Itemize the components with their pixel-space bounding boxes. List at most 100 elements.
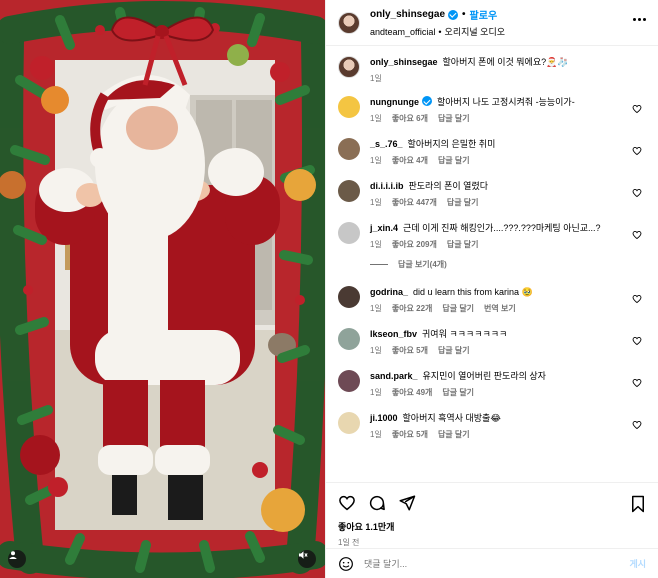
commenter-avatar[interactable]: [338, 138, 360, 160]
comment-bubble-icon[interactable]: [368, 494, 386, 512]
comment-time[interactable]: 1일: [370, 345, 382, 356]
commenter-avatar[interactable]: [338, 328, 360, 350]
view-replies-toggle[interactable]: 답글 보기(4개): [370, 259, 646, 270]
view-replies-label[interactable]: 답글 보기(4개): [398, 259, 447, 270]
post-media-video[interactable]: [0, 0, 325, 578]
comment-body: 유지민이 열어버린 판도라의 상자: [422, 371, 546, 381]
comment-likes[interactable]: 좋아요 4개: [392, 155, 428, 166]
reply-button[interactable]: 답글 달기: [438, 113, 470, 124]
author-username[interactable]: only_shinsegae: [370, 9, 445, 20]
commenter-avatar[interactable]: [338, 370, 360, 392]
caption-time[interactable]: 1일: [370, 73, 382, 84]
comment-body: 할아버지 흑역사 대방출😂: [402, 413, 501, 423]
caption-body: 할아버지 폰에 이것 뭐에요?🎅🧦: [442, 57, 569, 67]
commenter-username[interactable]: lkseon_fbv: [370, 329, 417, 339]
translate-button[interactable]: 번역 보기: [484, 303, 516, 314]
comment-text: _s_.76_ 할아버지의 은밀한 취미: [370, 138, 632, 151]
commenter-username[interactable]: j_xin.4: [370, 223, 398, 233]
commenter-avatar[interactable]: [338, 286, 360, 308]
comment-likes[interactable]: 좋아요 5개: [392, 345, 428, 356]
reply-button[interactable]: 답글 달기: [447, 197, 479, 208]
follow-button[interactable]: 팔로우: [470, 7, 498, 22]
comment-text: sand.park_ 유지민이 열어버린 판도라의 상자: [370, 370, 632, 383]
comment-time[interactable]: 1일: [370, 197, 382, 208]
reply-button[interactable]: 답글 달기: [438, 155, 470, 166]
comment-item: j_xin.4 근데 이게 진짜 해킹인가....???.???마케팅 아닌교..…: [338, 222, 646, 250]
commenter-avatar[interactable]: [338, 412, 360, 434]
emoji-picker-icon[interactable]: [338, 556, 354, 572]
comment-like-heart-icon[interactable]: [632, 333, 642, 346]
comment-like-heart-icon[interactable]: [632, 185, 642, 198]
comment-like-heart-icon[interactable]: [632, 143, 642, 156]
caption: only_shinsegae 할아버지 폰에 이것 뭐에요?🎅🧦 1일: [338, 56, 646, 84]
like-heart-icon[interactable]: [338, 494, 356, 512]
comment-likes[interactable]: 좋아요 209개: [392, 239, 437, 250]
verified-badge-icon: [422, 96, 432, 106]
comment-likes[interactable]: 좋아요 22개: [392, 303, 433, 314]
comment-like-heart-icon[interactable]: [632, 227, 642, 240]
tagged-user-icon[interactable]: [8, 550, 26, 568]
commenter-username[interactable]: di.i.i.i.ib: [370, 181, 404, 191]
comment-item: godrina_ did u learn this from karina 🥹 1일…: [338, 286, 646, 314]
post-viewer: only_shinsegae • 팔로우 andteam_official • …: [0, 0, 658, 578]
verified-badge-icon: [448, 9, 459, 20]
comment-likes[interactable]: 좋아요 49개: [392, 387, 433, 398]
comment-like-heart-icon[interactable]: [632, 291, 642, 304]
mute-audio-icon[interactable]: [298, 550, 316, 568]
comment-like-heart-icon[interactable]: [632, 375, 642, 388]
reply-button[interactable]: 답글 달기: [442, 387, 474, 398]
commenter-avatar[interactable]: [338, 180, 360, 202]
comment-item: ji.1000 할아버지 흑역사 대방출😂 1일 좋아요 5개 답글 달기: [338, 412, 646, 440]
share-send-icon[interactable]: [398, 494, 416, 512]
comment-text: godrina_ did u learn this from karina 🥹: [370, 286, 632, 299]
commenter-username[interactable]: sand.park_: [370, 371, 418, 381]
comment-time[interactable]: 1일: [370, 429, 382, 440]
replies-line: [370, 264, 388, 265]
audio-label[interactable]: 오리지널 오디오: [445, 25, 505, 38]
commenter-avatar[interactable]: [338, 222, 360, 244]
comment-time[interactable]: 1일: [370, 113, 382, 124]
comment-like-heart-icon[interactable]: [632, 101, 642, 114]
audio-user[interactable]: andteam_official: [370, 27, 435, 37]
posted-time[interactable]: 1일 전: [338, 537, 646, 548]
comment-text: nungnunge 할아버지 나도 고정시켜줘 -능능이가-: [370, 96, 632, 109]
more-options-icon[interactable]: [633, 18, 646, 21]
commenter-username[interactable]: ji.1000: [370, 413, 398, 423]
audio-info: andteam_official • 오리지널 오디오: [370, 25, 505, 38]
comment-time[interactable]: 1일: [370, 239, 382, 250]
add-comment-bar: 게시: [326, 548, 658, 578]
commenter-username[interactable]: _s_.76_: [370, 139, 403, 149]
comment-items: nungnunge 할아버지 나도 고정시켜줘 -능능이가- 1일 좋아요 6개 답글 …: [338, 96, 646, 440]
comment-item: nungnunge 할아버지 나도 고정시켜줘 -능능이가- 1일 좋아요 6개 답글 …: [338, 96, 646, 124]
comment-input[interactable]: [364, 558, 630, 569]
comment-text: j_xin.4 근데 이게 진짜 해킹인가....???.???마케팅 아닌교..…: [370, 222, 632, 235]
comment-likes[interactable]: 좋아요 6개: [392, 113, 428, 124]
comment-time[interactable]: 1일: [370, 155, 382, 166]
comment-like-heart-icon[interactable]: [632, 417, 642, 430]
commenter-username[interactable]: godrina_: [370, 287, 408, 297]
comment-likes[interactable]: 좋아요 5개: [392, 429, 428, 440]
reply-button[interactable]: 답글 달기: [438, 429, 470, 440]
reply-button[interactable]: 답글 달기: [442, 303, 474, 314]
caption-username[interactable]: only_shinsegae: [370, 57, 438, 67]
christmas-santa-illustration: [0, 0, 325, 578]
bookmark-icon[interactable]: [630, 495, 646, 518]
likes-count[interactable]: 좋아요 1.1만개: [338, 520, 646, 533]
caption-avatar[interactable]: [338, 56, 360, 78]
comment-time[interactable]: 1일: [370, 387, 382, 398]
comment-body: 판도라의 폰이 열렸다: [408, 181, 489, 191]
post-header: only_shinsegae • 팔로우 andteam_official • …: [326, 0, 658, 46]
reply-button[interactable]: 답글 달기: [447, 239, 479, 250]
comment-body: 할아버지 나도 고정시켜줘 -능능이가-: [437, 97, 575, 107]
author-avatar[interactable]: [338, 11, 360, 34]
commenter-avatar[interactable]: [338, 96, 360, 118]
comment-body: 할아버지의 은밀한 취미: [407, 139, 496, 149]
commenter-username[interactable]: nungnunge: [370, 97, 419, 107]
comment-likes[interactable]: 좋아요 447개: [392, 197, 437, 208]
reply-button[interactable]: 답글 달기: [438, 345, 470, 356]
post-comment-button[interactable]: 게시: [629, 557, 646, 570]
post-details-panel: only_shinsegae • 팔로우 andteam_official • …: [325, 0, 658, 578]
comment-item: sand.park_ 유지민이 열어버린 판도라의 상자 1일 좋아요 49개 답글 달…: [338, 370, 646, 398]
comment-time[interactable]: 1일: [370, 303, 382, 314]
comment-item: lkseon_fbv 귀여워 ㅋㅋㅋㅋㅋㅋㅋ 1일 좋아요 5개 답글 달기: [338, 328, 646, 356]
